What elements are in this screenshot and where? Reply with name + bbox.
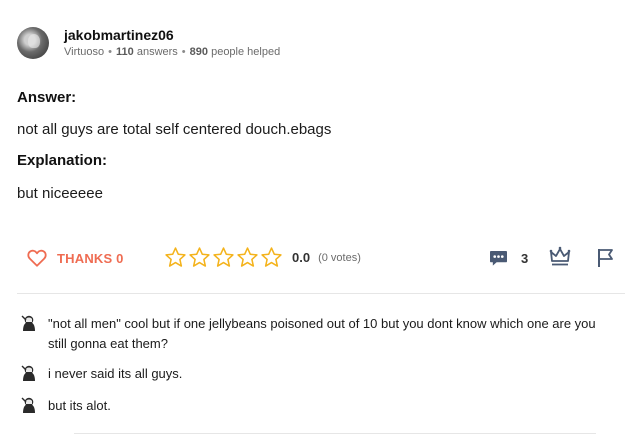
author-avatar[interactable] [17, 27, 49, 59]
comment-item: "not all men" cool but if one jellybeans… [20, 314, 608, 354]
separator-dot: • [181, 46, 186, 58]
helped-count: 890 [189, 46, 209, 58]
answer-text: not all guys are total self centered dou… [17, 121, 332, 138]
answer-heading: Answer: [17, 89, 77, 106]
author-stats: Virtuoso • 110 answers • 890 people helped [64, 45, 280, 59]
comments-button[interactable]: 3 [489, 250, 528, 267]
comment-avatar[interactable] [20, 396, 38, 414]
author-meta: jakobmartinez06 Virtuoso • 110 answers • 890… [64, 27, 280, 59]
divider [17, 293, 625, 294]
author-username[interactable]: jakobmartinez06 [64, 27, 280, 43]
star-icon-2[interactable] [188, 246, 211, 269]
comment-item: i never said its all guys. [20, 364, 608, 384]
comment-avatar[interactable] [20, 314, 38, 332]
helped-label: people helped [211, 46, 281, 58]
heart-icon [27, 249, 47, 267]
votes-count: (0 votes) [318, 251, 361, 264]
flag-icon[interactable] [597, 248, 615, 268]
explanation-text: but niceeeee [17, 185, 103, 202]
comment-text: but its alot. [48, 398, 111, 413]
author-rank: Virtuoso [64, 46, 105, 58]
rating-value: 0.0 [292, 250, 311, 265]
star-rating: 0.0 (0 votes) [164, 246, 361, 269]
comment-text: i never said its all guys. [48, 366, 183, 381]
comment-avatar[interactable] [20, 364, 38, 382]
star-icon-3[interactable] [212, 246, 235, 269]
star-icon-1[interactable] [164, 246, 187, 269]
explanation-heading: Explanation: [17, 152, 108, 169]
answers-label: answers [136, 46, 178, 58]
star-icon-5[interactable] [260, 246, 283, 269]
author-block: jakobmartinez06 Virtuoso • 110 answers • 890… [17, 27, 280, 59]
comment-bubble-icon [490, 250, 507, 266]
comment-item: but its alot. [20, 396, 608, 416]
comment-text: "not all men" cool but if one jellybeans… [48, 316, 596, 351]
star-icon-4[interactable] [236, 246, 259, 269]
crown-icon[interactable] [549, 246, 571, 267]
thanks-button[interactable]: THANKS 0 [27, 249, 124, 267]
thanks-label: THANKS 0 [57, 250, 124, 266]
answer-card: jakobmartinez06 Virtuoso • 110 answers • 890… [0, 0, 636, 434]
answers-count: 110 [116, 46, 134, 58]
comments-count: 3 [521, 251, 529, 266]
separator-dot: • [108, 46, 113, 58]
